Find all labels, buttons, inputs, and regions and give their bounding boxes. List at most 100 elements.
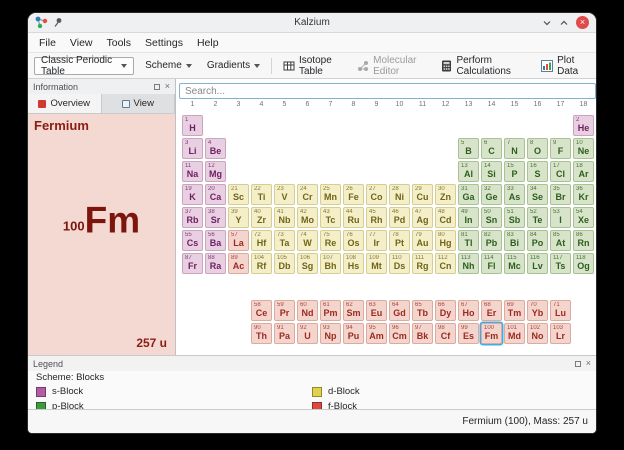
- element-cell-O[interactable]: 8O: [527, 138, 548, 159]
- element-cell-Rb[interactable]: 37Rb: [182, 207, 203, 228]
- element-cell-Os[interactable]: 76Os: [343, 230, 364, 251]
- element-cell-Li[interactable]: 3Li: [182, 138, 203, 159]
- search-input[interactable]: [179, 83, 596, 99]
- element-cell-Ce[interactable]: 58Ce: [251, 300, 272, 321]
- tab-view[interactable]: View: [102, 94, 176, 113]
- element-cell-Bk[interactable]: 97Bk: [412, 323, 433, 344]
- element-cell-Fe[interactable]: 26Fe: [343, 184, 364, 205]
- element-cell-Na[interactable]: 11Na: [182, 161, 203, 182]
- table-type-select[interactable]: Classic Periodic Table: [34, 57, 134, 75]
- element-cell-Lr[interactable]: 103Lr: [550, 323, 571, 344]
- element-cell-K[interactable]: 19K: [182, 184, 203, 205]
- element-cell-Sn[interactable]: 50Sn: [481, 207, 502, 228]
- element-cell-Al[interactable]: 13Al: [458, 161, 479, 182]
- element-cell-Pt[interactable]: 78Pt: [389, 230, 410, 251]
- element-cell-Hg[interactable]: 80Hg: [435, 230, 456, 251]
- element-cell-Sc[interactable]: 21Sc: [228, 184, 249, 205]
- element-cell-Bi[interactable]: 83Bi: [504, 230, 525, 251]
- element-cell-Ru[interactable]: 44Ru: [343, 207, 364, 228]
- tab-overview[interactable]: Overview: [28, 94, 102, 113]
- element-cell-Ho[interactable]: 67Ho: [458, 300, 479, 321]
- element-cell-Hf[interactable]: 72Hf: [251, 230, 272, 251]
- element-cell-Be[interactable]: 4Be: [205, 138, 226, 159]
- element-cell-Mc[interactable]: 115Mc: [504, 253, 525, 274]
- element-cell-Br[interactable]: 35Br: [550, 184, 571, 205]
- element-cell-Sg[interactable]: 106Sg: [297, 253, 318, 274]
- element-cell-Bh[interactable]: 107Bh: [320, 253, 341, 274]
- element-cell-Zr[interactable]: 40Zr: [251, 207, 272, 228]
- element-cell-Y[interactable]: 39Y: [228, 207, 249, 228]
- element-cell-Np[interactable]: 93Np: [320, 323, 341, 344]
- element-cell-Pm[interactable]: 61Pm: [320, 300, 341, 321]
- element-cell-Ba[interactable]: 56Ba: [205, 230, 226, 251]
- element-cell-I[interactable]: 53I: [550, 207, 571, 228]
- element-cell-Tl[interactable]: 81Tl: [458, 230, 479, 251]
- element-cell-Rn[interactable]: 86Rn: [573, 230, 594, 251]
- element-cell-P[interactable]: 15P: [504, 161, 525, 182]
- element-cell-Ta[interactable]: 73Ta: [274, 230, 295, 251]
- element-cell-Sr[interactable]: 38Sr: [205, 207, 226, 228]
- maximize-button[interactable]: [559, 19, 569, 27]
- element-cell-Ir[interactable]: 77Ir: [366, 230, 387, 251]
- element-cell-Ti[interactable]: 22Ti: [251, 184, 272, 205]
- element-cell-Ra[interactable]: 88Ra: [205, 253, 226, 274]
- element-cell-Mn[interactable]: 25Mn: [320, 184, 341, 205]
- element-cell-Md[interactable]: 101Md: [504, 323, 525, 344]
- element-cell-Pb[interactable]: 82Pb: [481, 230, 502, 251]
- element-cell-Ds[interactable]: 110Ds: [389, 253, 410, 274]
- element-cell-Nb[interactable]: 41Nb: [274, 207, 295, 228]
- element-cell-Mo[interactable]: 42Mo: [297, 207, 318, 228]
- element-cell-Gd[interactable]: 64Gd: [389, 300, 410, 321]
- scheme-dropdown[interactable]: Scheme: [141, 56, 196, 76]
- perform-calculations-button[interactable]: Perform Calculations: [437, 56, 530, 76]
- float-dock-icon[interactable]: [575, 361, 581, 367]
- element-cell-Eu[interactable]: 63Eu: [366, 300, 387, 321]
- element-cell-Pr[interactable]: 59Pr: [274, 300, 295, 321]
- element-cell-Au[interactable]: 79Au: [412, 230, 433, 251]
- element-cell-Ac[interactable]: 89Ac: [228, 253, 249, 274]
- element-cell-Fr[interactable]: 87Fr: [182, 253, 203, 274]
- element-cell-Fl[interactable]: 114Fl: [481, 253, 502, 274]
- element-cell-B[interactable]: 5B: [458, 138, 479, 159]
- element-cell-Rh[interactable]: 45Rh: [366, 207, 387, 228]
- element-cell-Sm[interactable]: 62Sm: [343, 300, 364, 321]
- element-cell-Se[interactable]: 34Se: [527, 184, 548, 205]
- element-cell-As[interactable]: 33As: [504, 184, 525, 205]
- close-dock-icon[interactable]: ×: [586, 359, 591, 368]
- element-cell-Og[interactable]: 118Og: [573, 253, 594, 274]
- element-cell-H[interactable]: 1H: [182, 115, 203, 136]
- element-cell-N[interactable]: 7N: [504, 138, 525, 159]
- element-cell-No[interactable]: 102No: [527, 323, 548, 344]
- element-cell-Lu[interactable]: 71Lu: [550, 300, 571, 321]
- close-dock-icon[interactable]: ×: [165, 82, 170, 91]
- menu-tools[interactable]: Tools: [100, 37, 139, 49]
- menu-help[interactable]: Help: [190, 37, 226, 49]
- element-cell-Ar[interactable]: 18Ar: [573, 161, 594, 182]
- element-cell-Mg[interactable]: 12Mg: [205, 161, 226, 182]
- element-cell-Sb[interactable]: 51Sb: [504, 207, 525, 228]
- element-cell-Cr[interactable]: 24Cr: [297, 184, 318, 205]
- menu-settings[interactable]: Settings: [138, 37, 190, 49]
- element-cell-Db[interactable]: 105Db: [274, 253, 295, 274]
- titlebar[interactable]: Kalzium ×: [28, 13, 596, 33]
- element-cell-C[interactable]: 6C: [481, 138, 502, 159]
- element-cell-Hs[interactable]: 108Hs: [343, 253, 364, 274]
- element-cell-Ca[interactable]: 20Ca: [205, 184, 226, 205]
- element-cell-Th[interactable]: 90Th: [251, 323, 272, 344]
- element-cell-In[interactable]: 49In: [458, 207, 479, 228]
- element-cell-Ge[interactable]: 32Ge: [481, 184, 502, 205]
- element-cell-Pd[interactable]: 46Pd: [389, 207, 410, 228]
- element-cell-Ni[interactable]: 28Ni: [389, 184, 410, 205]
- element-cell-Yb[interactable]: 70Yb: [527, 300, 548, 321]
- element-cell-Nd[interactable]: 60Nd: [297, 300, 318, 321]
- element-cell-Cl[interactable]: 17Cl: [550, 161, 571, 182]
- element-cell-Xe[interactable]: 54Xe: [573, 207, 594, 228]
- element-cell-Tc[interactable]: 43Tc: [320, 207, 341, 228]
- element-cell-Kr[interactable]: 36Kr: [573, 184, 594, 205]
- element-cell-Zn[interactable]: 30Zn: [435, 184, 456, 205]
- close-button[interactable]: ×: [576, 16, 589, 29]
- element-cell-Si[interactable]: 14Si: [481, 161, 502, 182]
- element-cell-U[interactable]: 92U: [297, 323, 318, 344]
- element-cell-Pa[interactable]: 91Pa: [274, 323, 295, 344]
- element-cell-Cm[interactable]: 96Cm: [389, 323, 410, 344]
